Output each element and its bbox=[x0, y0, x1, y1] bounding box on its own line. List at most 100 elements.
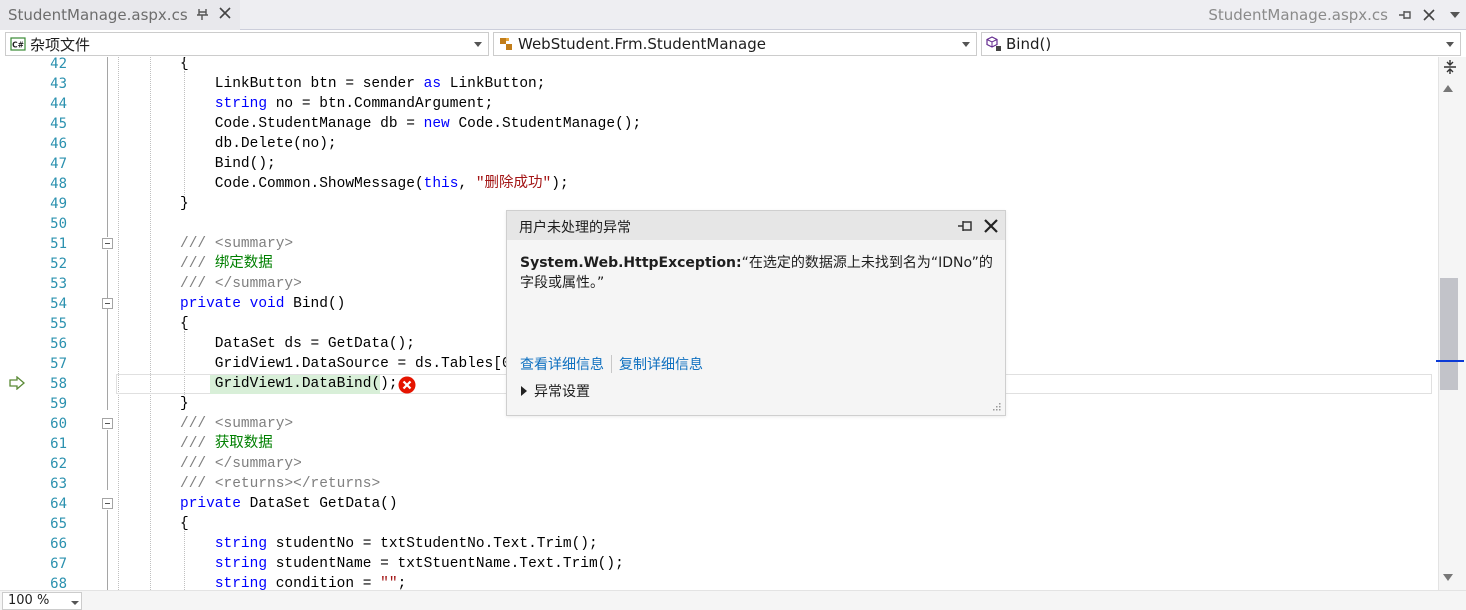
close-icon[interactable] bbox=[218, 6, 232, 20]
line-number: 60 bbox=[50, 416, 67, 432]
code-text[interactable]: string no = btn.CommandArgument; bbox=[180, 94, 493, 114]
expand-triangle-icon bbox=[521, 386, 527, 396]
line-number: 44 bbox=[50, 96, 67, 112]
pin-icon[interactable] bbox=[1398, 8, 1412, 22]
code-text[interactable]: { bbox=[180, 314, 189, 334]
view-details-link[interactable]: 查看详细信息 bbox=[520, 354, 604, 374]
line-number: 63 bbox=[50, 476, 67, 492]
line-number: 42 bbox=[50, 57, 67, 72]
code-text[interactable]: private void Bind() bbox=[180, 294, 345, 314]
line-number: 57 bbox=[50, 356, 67, 372]
zoom-dropdown[interactable]: 100 % bbox=[2, 592, 82, 610]
close-icon[interactable] bbox=[983, 218, 999, 234]
line-number: 65 bbox=[50, 516, 67, 532]
tab-studentmanage[interactable]: StudentManage.aspx.cs bbox=[0, 0, 240, 30]
error-icon[interactable] bbox=[397, 375, 417, 395]
code-text[interactable]: string studentNo = txtStudentNo.Text.Tri… bbox=[180, 534, 598, 554]
code-line[interactable]: 45 Code.StudentManage db = new Code.Stud… bbox=[0, 114, 1438, 134]
code-line[interactable]: 46 db.Delete(no); bbox=[0, 134, 1438, 154]
code-text[interactable]: /// <summary> bbox=[180, 234, 293, 254]
code-text[interactable]: } bbox=[180, 394, 189, 414]
code-line[interactable]: 48 Code.Common.ShowMessage(this, "删除成功")… bbox=[0, 174, 1438, 194]
line-number: 50 bbox=[50, 216, 67, 232]
line-number: 49 bbox=[50, 196, 67, 212]
code-text[interactable]: Bind(); bbox=[180, 154, 276, 174]
code-line[interactable]: 66 string studentNo = txtStudentNo.Text.… bbox=[0, 534, 1438, 554]
code-text[interactable]: LinkButton btn = sender as LinkButton; bbox=[180, 74, 546, 94]
project-label: 杂项文件 bbox=[30, 35, 91, 54]
code-text[interactable]: string condition = ""; bbox=[180, 574, 406, 590]
line-number: 64 bbox=[50, 496, 67, 512]
line-number: 56 bbox=[50, 336, 67, 352]
line-number: 61 bbox=[50, 436, 67, 452]
collapse-toggle[interactable] bbox=[102, 418, 113, 429]
code-line[interactable]: 44 string no = btn.CommandArgument; bbox=[0, 94, 1438, 114]
close-icon[interactable] bbox=[1422, 8, 1436, 22]
code-text[interactable]: /// </summary> bbox=[180, 454, 302, 474]
code-text[interactable]: Code.Common.ShowMessage(this, "删除成功"); bbox=[180, 174, 569, 194]
line-number: 47 bbox=[50, 156, 67, 172]
code-line[interactable]: 61 /// 获取数据 bbox=[0, 434, 1438, 454]
collapse-toggle[interactable] bbox=[102, 238, 113, 249]
code-text[interactable]: /// 获取数据 bbox=[180, 434, 273, 454]
line-number: 45 bbox=[50, 116, 67, 132]
code-line[interactable]: 42 { bbox=[0, 57, 1438, 74]
preview-tab-title[interactable]: StudentManage.aspx.cs bbox=[1208, 6, 1388, 24]
code-line[interactable]: 67 string studentName = txtStuentName.Te… bbox=[0, 554, 1438, 574]
line-number: 52 bbox=[50, 256, 67, 272]
class-label: WebStudent.Frm.StudentManage bbox=[518, 35, 766, 53]
code-text[interactable]: string studentName = txtStuentName.Text.… bbox=[180, 554, 624, 574]
collapse-toggle[interactable] bbox=[102, 498, 113, 509]
code-text[interactable]: db.Delete(no); bbox=[180, 134, 337, 154]
scroll-thumb[interactable] bbox=[1440, 278, 1458, 390]
member-dropdown[interactable]: Bind() bbox=[981, 32, 1461, 56]
code-text[interactable]: /// 绑定数据 bbox=[180, 254, 273, 274]
line-number: 62 bbox=[50, 456, 67, 472]
csharp-file-icon: C# bbox=[10, 37, 26, 51]
pin-icon[interactable] bbox=[196, 6, 210, 22]
project-dropdown[interactable]: C# 杂项文件 bbox=[5, 32, 489, 56]
code-line[interactable]: 63 /// <returns></returns> bbox=[0, 474, 1438, 494]
code-text[interactable]: GridView1.DataSource = ds.Tables[0]; bbox=[180, 354, 528, 374]
code-text[interactable]: /// <returns></returns> bbox=[180, 474, 380, 494]
exception-settings-label: 异常设置 bbox=[534, 384, 590, 400]
code-line[interactable]: 64 private DataSet GetData() bbox=[0, 494, 1438, 514]
collapse-toggle[interactable] bbox=[102, 298, 113, 309]
navigation-bar: C# 杂项文件 WebStudent.Frm.StudentManage Bin… bbox=[0, 31, 1466, 57]
code-text[interactable]: /// <summary> bbox=[180, 414, 293, 434]
code-line[interactable]: 43 LinkButton btn = sender as LinkButton… bbox=[0, 74, 1438, 94]
exception-helper-popup: 用户未处理的异常 System.Web.HttpException:“在选定的数… bbox=[506, 210, 1006, 416]
code-text[interactable]: Code.StudentManage db = new Code.Student… bbox=[180, 114, 641, 134]
exception-header: 用户未处理的异常 bbox=[507, 211, 1005, 240]
chevron-down-icon[interactable] bbox=[1450, 12, 1460, 18]
code-line[interactable]: 65 { bbox=[0, 514, 1438, 534]
class-dropdown[interactable]: WebStudent.Frm.StudentManage bbox=[493, 32, 977, 56]
line-number: 59 bbox=[50, 396, 67, 412]
tab-title: StudentManage.aspx.cs bbox=[8, 6, 188, 24]
exception-links: 查看详细信息 复制详细信息 bbox=[520, 354, 703, 374]
exception-message: System.Web.HttpException:“在选定的数据源上未找到名为“… bbox=[520, 253, 1000, 293]
code-text[interactable]: } bbox=[180, 194, 189, 214]
code-text[interactable]: { bbox=[180, 57, 189, 74]
line-number: 68 bbox=[50, 576, 67, 590]
code-text[interactable]: DataSet ds = GetData(); bbox=[180, 334, 415, 354]
split-window-icon[interactable] bbox=[1440, 58, 1460, 76]
copy-details-link[interactable]: 复制详细信息 bbox=[619, 354, 703, 374]
code-line[interactable]: 60 /// <summary> bbox=[0, 414, 1438, 434]
line-number: 46 bbox=[50, 136, 67, 152]
code-text[interactable]: { bbox=[180, 514, 189, 534]
scroll-down-icon[interactable] bbox=[1443, 574, 1453, 582]
code-line[interactable]: 62 /// </summary> bbox=[0, 454, 1438, 474]
code-text[interactable]: /// </summary> bbox=[180, 274, 302, 294]
line-number: 54 bbox=[50, 296, 67, 312]
line-number: 67 bbox=[50, 556, 67, 572]
code-text[interactable]: private DataSet GetData() bbox=[180, 494, 398, 514]
resize-grip-icon[interactable] bbox=[991, 403, 1001, 413]
chevron-down-icon bbox=[71, 601, 79, 605]
exception-settings-expander[interactable]: 异常设置 bbox=[520, 381, 590, 401]
code-line[interactable]: 68 string condition = ""; bbox=[0, 574, 1438, 590]
pin-icon[interactable] bbox=[957, 219, 973, 233]
code-text[interactable]: GridView1.DataBind(); bbox=[180, 374, 398, 394]
scroll-up-icon[interactable] bbox=[1443, 84, 1453, 92]
code-line[interactable]: 47 Bind(); bbox=[0, 154, 1438, 174]
